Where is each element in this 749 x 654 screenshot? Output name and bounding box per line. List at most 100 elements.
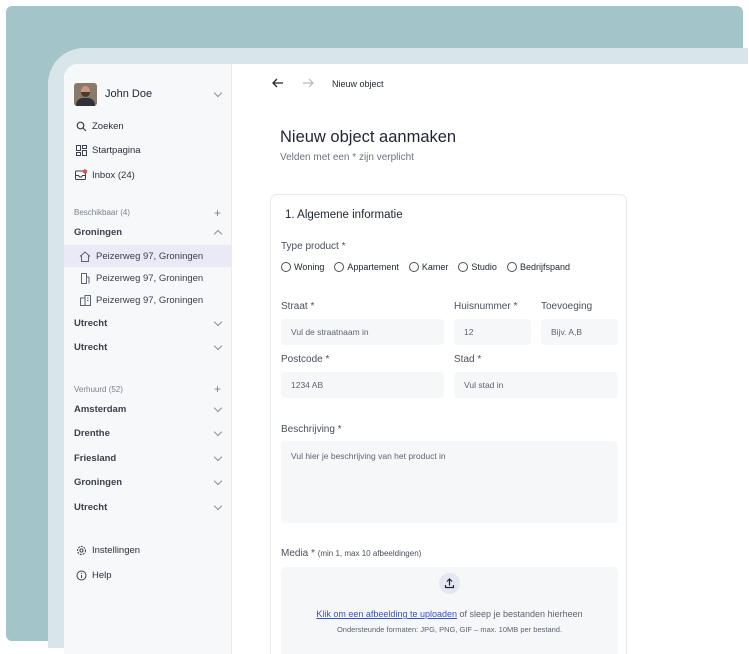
nav-label: Zoeken	[92, 120, 124, 132]
back-arrow-icon[interactable]	[272, 78, 286, 90]
group-utrecht[interactable]: Utrecht	[64, 495, 231, 520]
user-menu[interactable]: John Doe	[64, 77, 231, 111]
section-heading: Beschikbaar (4)	[74, 208, 131, 217]
object-label: Peizerweg 97, Groningen	[96, 250, 204, 262]
upload-text-row: Klik om een afbeelding te uploaden of sl…	[281, 609, 618, 619]
radio-circle[interactable]	[458, 262, 469, 272]
radio-circle[interactable]	[506, 262, 517, 272]
upload-dropzone[interactable]: Klik om een afbeelding te uploaden of sl…	[281, 567, 618, 654]
addition-input[interactable]: Bijv. A,B	[541, 319, 618, 345]
form-card: 1. Algemene informatie Type product * Wo…	[270, 194, 627, 654]
sidebar: John Doe Zoeken Startpagina Inbox (24) B…	[64, 64, 232, 654]
chevron-down-icon	[213, 428, 223, 437]
group-amsterdam[interactable]: Amsterdam	[64, 397, 231, 422]
type-radio-group: Woning Appartement Kamer Studio Bedrijfs…	[281, 262, 580, 272]
forward-arrow-icon[interactable]	[302, 78, 316, 90]
chevron-down-icon	[213, 342, 223, 351]
media-label-row: Media * (min 1, max 10 afbeeldingen)	[281, 548, 421, 559]
radio-circle[interactable]	[408, 262, 419, 272]
nav-label: Startpagina	[92, 145, 141, 157]
group-groningen[interactable]: Groningen	[64, 221, 231, 246]
postcode-input[interactable]: 1234 AB	[281, 372, 444, 398]
building-icon	[78, 271, 92, 285]
number-input[interactable]: 12	[454, 319, 531, 345]
group-label: Groningen	[74, 227, 123, 239]
postcode-label: Postcode *	[281, 354, 330, 365]
avatar	[74, 82, 97, 106]
street-input[interactable]: Vul de straatnaam in	[281, 319, 444, 345]
object-item[interactable]: Peizerweg 97, Groningen	[64, 267, 231, 289]
section-heading: Verhuurd (52)	[74, 384, 123, 394]
page-title: Nieuw object aanmaken	[280, 128, 457, 146]
description-label: Beschrijving *	[281, 424, 342, 435]
radio-kamer[interactable]: Kamer	[408, 262, 449, 272]
nav-label: Inbox (24)	[92, 169, 135, 181]
media-hint: (min 1, max 10 afbeeldingen)	[317, 549, 422, 558]
chevron-up-icon	[213, 230, 223, 239]
radio-appartement[interactable]: Appartement	[334, 262, 399, 272]
group-friesland[interactable]: Friesland	[64, 446, 231, 471]
chevron-down-icon	[213, 88, 223, 97]
nav-item-settings[interactable]: Instellingen	[64, 539, 231, 564]
nav-item-home[interactable]: Startpagina	[64, 139, 231, 164]
upload-link[interactable]: Klik om een afbeelding te uploaden	[316, 609, 457, 619]
page-subtitle: Velden met een * zijn verplicht	[280, 152, 414, 163]
object-item[interactable]: Peizerweg 97, Groningen	[64, 245, 231, 267]
city-input[interactable]: Vul stad in	[454, 372, 618, 398]
radio-label: Studio	[471, 262, 497, 272]
radio-label: Woning	[294, 262, 325, 272]
user-name: John Doe	[105, 88, 153, 100]
house-icon	[78, 249, 92, 263]
radio-label: Bedrijfspand	[519, 262, 570, 272]
search-icon	[74, 119, 88, 133]
upload-text: of sleep je bestanden hierheen	[457, 609, 583, 619]
object-item[interactable]: Peizerweg 97, Groningen	[64, 289, 231, 311]
group-drenthe[interactable]: Drenthe	[64, 422, 231, 447]
radio-circle[interactable]	[334, 262, 345, 272]
add-icon[interactable]: +	[214, 206, 221, 220]
app-window: John Doe Zoeken Startpagina Inbox (24) B…	[64, 64, 748, 654]
description-textarea[interactable]: Vul hier je beschrijving van het product…	[281, 441, 618, 523]
nav-label: Help	[92, 569, 112, 581]
street-label: Straat *	[281, 301, 315, 312]
group-label: Drenthe	[74, 428, 110, 440]
radio-woning[interactable]: Woning	[281, 262, 324, 272]
gear-icon	[74, 544, 88, 558]
section-title: 1. Algemene informatie	[285, 209, 403, 221]
nav-item-search[interactable]: Zoeken	[64, 114, 231, 139]
add-icon[interactable]: +	[214, 382, 221, 396]
upload-formats: Ondersteunde formaten: JPG, PNG, GIF – m…	[336, 625, 563, 634]
chevron-down-icon	[213, 501, 223, 510]
group-label: Utrecht	[74, 501, 108, 513]
section-rented: Verhuurd (52) +	[64, 381, 231, 397]
nav-item-inbox[interactable]: Inbox (24)	[64, 163, 231, 188]
radio-label: Kamer	[421, 262, 449, 272]
inbox-icon	[74, 168, 88, 182]
breadcrumb: Nieuw object	[272, 78, 384, 90]
media-label: Media *	[281, 548, 315, 559]
group-label: Utrecht	[74, 342, 108, 354]
section-available: Beschikbaar (4) +	[64, 205, 231, 221]
group-utrecht[interactable]: Utrecht	[64, 336, 231, 361]
nav-label: Instellingen	[92, 545, 141, 557]
radio-circle[interactable]	[281, 262, 291, 272]
chevron-down-icon	[213, 403, 223, 412]
upload-icon[interactable]	[439, 573, 460, 594]
radio-studio[interactable]: Studio	[458, 262, 497, 272]
group-groningen[interactable]: Groningen	[64, 471, 231, 496]
city-label: Stad *	[454, 354, 482, 365]
main-content: Nieuw object Nieuw object aanmaken Velde…	[232, 64, 748, 654]
type-label: Type product *	[281, 241, 346, 252]
object-label: Peizerweg 97, Groningen	[96, 294, 204, 306]
apartment-icon	[78, 293, 92, 307]
radio-bedrijfspand[interactable]: Bedrijfspand	[506, 262, 570, 272]
chevron-down-icon	[213, 477, 223, 486]
object-label: Peizerweg 97, Groningen	[96, 272, 204, 284]
group-label: Friesland	[74, 452, 117, 464]
addition-label: Toevoeging	[541, 301, 593, 312]
radio-label: Appartement	[347, 262, 399, 272]
breadcrumb-current: Nieuw object	[332, 79, 384, 89]
info-icon	[74, 568, 88, 582]
group-utrecht[interactable]: Utrecht	[64, 311, 231, 336]
nav-item-help[interactable]: Help	[64, 563, 231, 588]
